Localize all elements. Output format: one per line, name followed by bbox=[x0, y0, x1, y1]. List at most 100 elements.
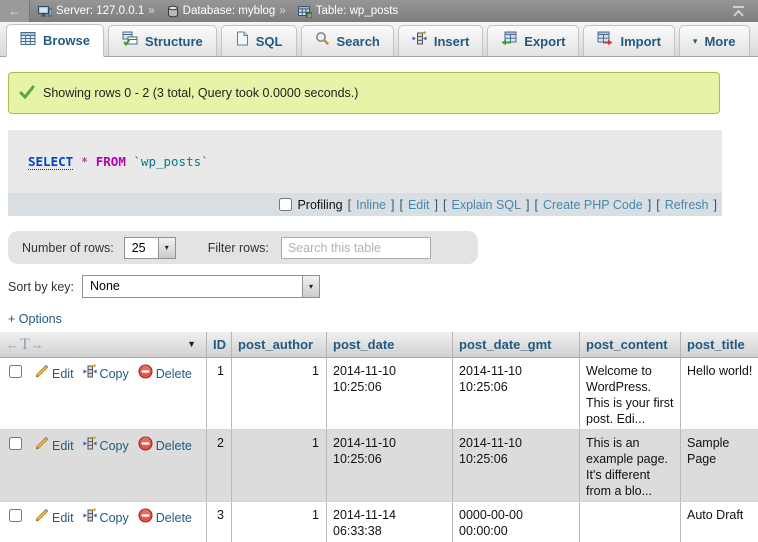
sql-table-identifier: `wp_posts` bbox=[133, 154, 208, 169]
pencil-icon bbox=[34, 364, 49, 383]
options-toggle-link[interactable]: + Options bbox=[8, 312, 62, 326]
bracket: ] bbox=[648, 198, 651, 212]
sql-keyword-from: FROM bbox=[96, 154, 126, 169]
edit-label: Edit bbox=[52, 438, 74, 454]
column-arrows-icon[interactable]: ←T→ bbox=[6, 332, 45, 357]
cell-post-content: Welcome to WordPress. This is your first… bbox=[580, 358, 681, 429]
left-arrow-icon: ← bbox=[9, 4, 21, 18]
delete-row-link[interactable]: Delete bbox=[138, 508, 192, 527]
number-of-rows-value: 25 bbox=[125, 238, 158, 258]
table-tabs: Browse Structure SQL Search Insert Expor… bbox=[0, 22, 758, 57]
copy-row-link[interactable]: Copy bbox=[83, 508, 129, 527]
sql-query-text: SELECT * FROM `wp_posts` bbox=[8, 130, 722, 193]
refresh-link[interactable]: Refresh bbox=[665, 198, 709, 212]
breadcrumb-table[interactable]: Table: wp_posts bbox=[316, 5, 398, 17]
profiling-checkbox[interactable] bbox=[279, 198, 292, 211]
delete-label: Delete bbox=[156, 510, 192, 526]
sql-keyword-select: SELECT bbox=[28, 154, 73, 170]
row-actions-header[interactable]: ←T→ ▼ bbox=[0, 332, 207, 357]
bracket: [ bbox=[348, 198, 351, 212]
tab-more[interactable]: ▾ More bbox=[679, 25, 750, 56]
sql-star: * bbox=[81, 154, 89, 169]
profiling-label: Profiling bbox=[297, 198, 342, 212]
breadcrumb-database[interactable]: Database: myblog bbox=[183, 5, 276, 17]
tab-search-label: Search bbox=[337, 34, 380, 49]
inline-link[interactable]: Inline bbox=[356, 198, 386, 212]
export-icon bbox=[501, 31, 517, 51]
chevron-down-icon: ▾ bbox=[302, 276, 319, 297]
table-row: Edit Copy Delete 3 1 2014-11-14 06:33:38… bbox=[0, 502, 758, 542]
tab-more-label: More bbox=[704, 34, 735, 49]
pencil-icon bbox=[34, 436, 49, 455]
structure-icon bbox=[122, 31, 138, 51]
copy-row-link[interactable]: Copy bbox=[83, 364, 129, 383]
import-icon bbox=[597, 31, 613, 51]
copy-row-link[interactable]: Copy bbox=[83, 436, 129, 455]
tab-insert[interactable]: Insert bbox=[398, 25, 483, 56]
bracket: ] bbox=[391, 198, 394, 212]
cell-post-author: 1 bbox=[232, 430, 327, 501]
bracket: [ bbox=[443, 198, 446, 212]
sort-by-key-row: Sort by key: None ▾ bbox=[8, 275, 758, 298]
row-actions: Edit Copy Delete bbox=[0, 430, 207, 501]
cell-post-content bbox=[580, 502, 681, 542]
header-post-author[interactable]: post_author bbox=[232, 332, 327, 357]
header-post-date-gmt[interactable]: post_date_gmt bbox=[453, 332, 580, 357]
edit-label: Edit bbox=[52, 366, 74, 382]
cell-post-date: 2014-11-10 10:25:06 bbox=[327, 430, 453, 501]
table-row: Edit Copy Delete 2 1 2014-11-10 10:25:06… bbox=[0, 430, 758, 502]
edit-row-link[interactable]: Edit bbox=[34, 364, 74, 383]
copy-icon bbox=[83, 508, 97, 527]
collapse-page-icon[interactable] bbox=[731, 5, 746, 18]
filter-rows-label: Filter rows: bbox=[208, 241, 269, 255]
cell-post-date: 2014-11-10 10:25:06 bbox=[327, 358, 453, 429]
edit-row-link[interactable]: Edit bbox=[34, 508, 74, 527]
explain-sql-link[interactable]: Explain SQL bbox=[451, 198, 520, 212]
tab-export[interactable]: Export bbox=[487, 25, 579, 56]
header-post-content[interactable]: post_content bbox=[580, 332, 681, 357]
tab-search[interactable]: Search bbox=[301, 25, 394, 56]
tab-browse-label: Browse bbox=[43, 33, 90, 48]
delete-row-link[interactable]: Delete bbox=[138, 364, 192, 383]
nav-panel-collapse-button[interactable]: ← bbox=[0, 0, 30, 22]
header-id[interactable]: ID bbox=[207, 332, 232, 357]
header-post-title[interactable]: post_title bbox=[681, 332, 758, 357]
status-message-text: Showing rows 0 - 2 (3 total, Query took … bbox=[43, 86, 358, 100]
copy-icon bbox=[83, 364, 97, 383]
database-icon bbox=[167, 5, 179, 18]
number-of-rows-select[interactable]: 25 ▾ bbox=[124, 237, 176, 259]
number-of-rows-label: Number of rows: bbox=[22, 241, 114, 255]
cell-post-title: Auto Draft bbox=[681, 502, 758, 542]
copy-label: Copy bbox=[100, 366, 129, 382]
cell-post-author: 1 bbox=[232, 358, 327, 429]
tab-sql[interactable]: SQL bbox=[221, 25, 297, 56]
row-checkbox[interactable] bbox=[9, 437, 22, 450]
pencil-icon bbox=[34, 508, 49, 527]
edit-row-link[interactable]: Edit bbox=[34, 436, 74, 455]
sort-by-key-value: None bbox=[83, 276, 302, 297]
sort-by-key-select[interactable]: None ▾ bbox=[82, 275, 320, 298]
filter-rows-input[interactable] bbox=[281, 237, 431, 259]
row-checkbox[interactable] bbox=[9, 509, 22, 522]
header-post-date[interactable]: post_date bbox=[327, 332, 453, 357]
sql-query-panel: SELECT * FROM `wp_posts` Profiling [ Inl… bbox=[8, 130, 722, 216]
bracket: ] bbox=[714, 198, 717, 212]
tab-browse[interactable]: Browse bbox=[6, 24, 104, 57]
tab-sql-label: SQL bbox=[256, 34, 283, 49]
tab-import[interactable]: Import bbox=[583, 25, 674, 56]
cell-post-title: Hello world! bbox=[681, 358, 758, 429]
tab-structure[interactable]: Structure bbox=[108, 25, 217, 56]
edit-query-link[interactable]: Edit bbox=[408, 198, 430, 212]
result-controls-bar: Number of rows: 25 ▾ Filter rows: bbox=[8, 231, 478, 264]
copy-label: Copy bbox=[100, 510, 129, 526]
success-check-icon bbox=[19, 85, 35, 102]
delete-row-link[interactable]: Delete bbox=[138, 436, 192, 455]
row-checkbox[interactable] bbox=[9, 365, 22, 378]
create-php-code-link[interactable]: Create PHP Code bbox=[543, 198, 643, 212]
sort-desc-icon[interactable]: ▼ bbox=[187, 332, 196, 357]
cell-id: 3 bbox=[207, 502, 232, 542]
search-icon bbox=[315, 31, 330, 51]
cell-post-date: 2014-11-14 06:33:38 bbox=[327, 502, 453, 542]
cell-post-date-gmt: 2014-11-10 10:25:06 bbox=[453, 430, 580, 501]
breadcrumb-server[interactable]: Server: 127.0.0.1 bbox=[56, 5, 144, 17]
